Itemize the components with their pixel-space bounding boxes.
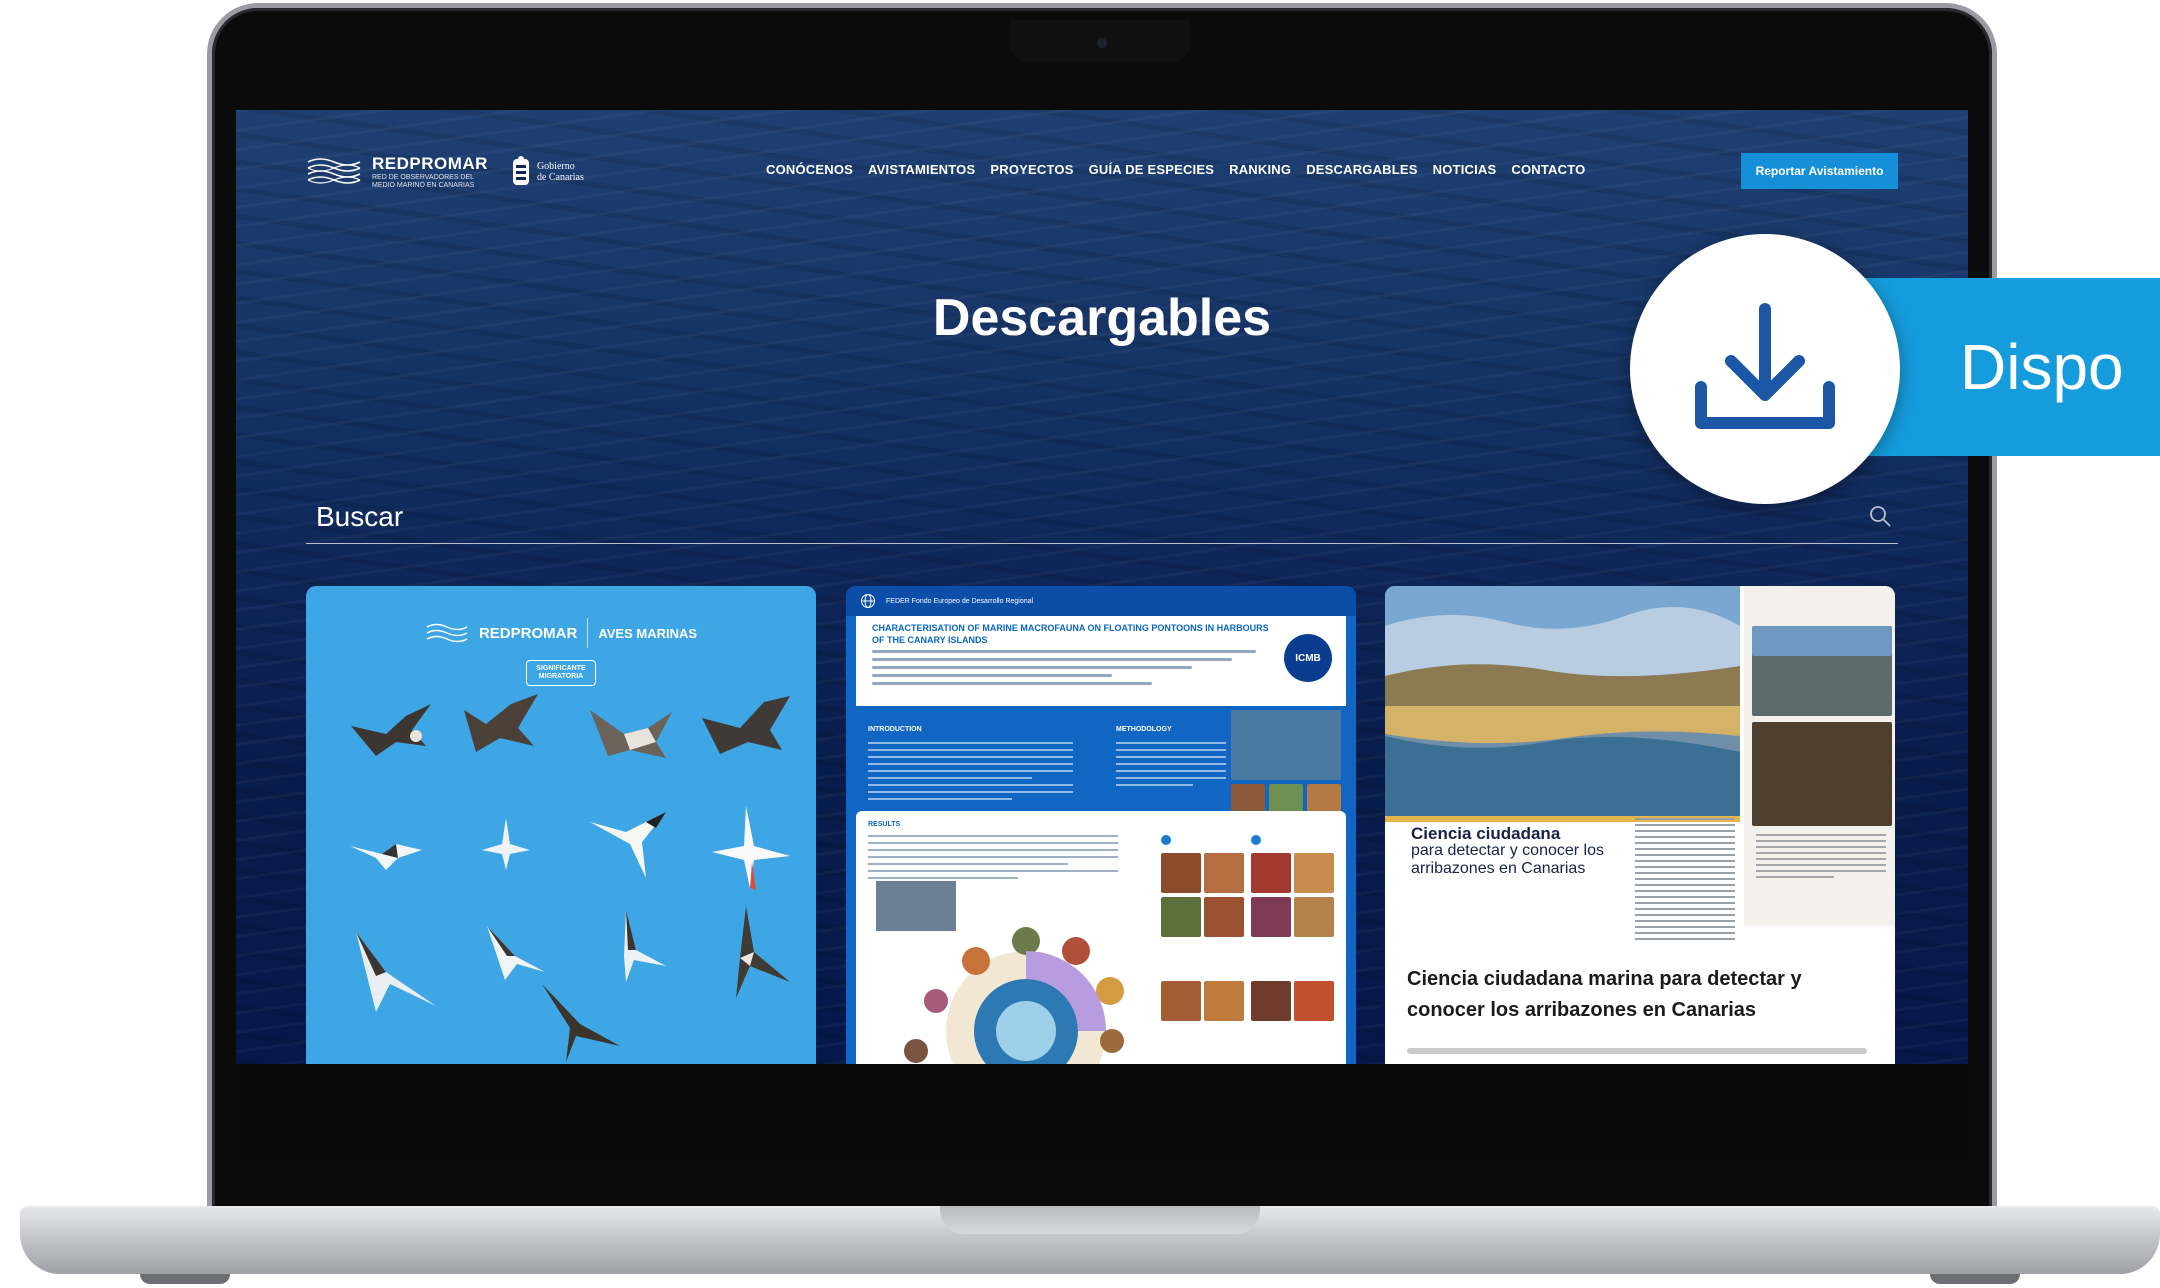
species-photo — [1204, 897, 1244, 937]
main-nav: CONÓCENOS AVISTAMIENTOS PROYECTOS GUÍA D… — [766, 162, 1585, 177]
species-circle-diagram — [876, 881, 1124, 1064]
laptop-foot — [1930, 1274, 2020, 1284]
bird-illustration — [736, 906, 790, 998]
right-page-text — [1756, 834, 1886, 878]
species-photo — [1161, 897, 1201, 937]
legend-dot — [1251, 835, 1261, 845]
species-photo — [1251, 981, 1291, 1021]
gov-line-1: Gobierno — [536, 161, 575, 172]
section-methodology: METHODOLOGY — [1116, 726, 1172, 733]
search-input[interactable] — [316, 492, 1816, 542]
magazine-heading: Ciencia ciudadana — [1411, 824, 1561, 843]
legend-dot — [1161, 835, 1171, 845]
search-bar — [306, 492, 1898, 544]
brand-subtitle: RED DE OBSERVADORES DEL MEDIO MARINO EN … — [372, 174, 475, 189]
species-photo — [1161, 853, 1201, 893]
bird-illustration — [712, 806, 790, 890]
brand-name: REDPROMAR — [372, 154, 488, 173]
poster-funding-bar: FEDER Fondo Europeo de Desarrollo Region… — [846, 586, 1356, 616]
magazine-body-text — [1635, 818, 1735, 944]
bird-illustration — [482, 818, 530, 870]
icmb-logo: ICMB — [1284, 634, 1332, 682]
redpromar-logo-icon — [426, 623, 468, 643]
poster-header: REDPROMAR AVES MARINAS — [306, 618, 816, 648]
sky-photo — [1752, 626, 1892, 656]
magazine-subheading: para detectar y conocer los arribazones … — [1411, 842, 1604, 877]
nav-guia-de-especies[interactable]: GUÍA DE ESPECIES — [1089, 162, 1215, 177]
download-card-macrofauna-poster[interactable]: FEDER Fondo Europeo de Desarrollo Region… — [846, 586, 1356, 1064]
species-photo — [1204, 853, 1244, 893]
sample-photo — [1269, 784, 1303, 814]
magazine-right-page — [1744, 586, 1895, 926]
bird-illustration — [464, 694, 538, 752]
species-photo — [1294, 981, 1334, 1021]
poster-title: CHARACTERISATION OF MARINE MACROFAUNA ON… — [872, 623, 1269, 645]
bird-illustration — [590, 812, 666, 878]
species-photo — [1294, 853, 1334, 893]
nav-ranking[interactable]: RANKING — [1229, 162, 1291, 177]
gov-line-2: de Canarias — [536, 172, 584, 183]
bird-illustration — [351, 704, 431, 756]
sample-photo — [1307, 784, 1341, 814]
species-photo — [1204, 981, 1244, 1021]
poster-brand: REDPROMAR — [478, 624, 578, 642]
poster-title-block: CHARACTERISATION OF MARINE MACROFAUNA ON… — [856, 616, 1346, 706]
laptop-foot — [140, 1274, 230, 1284]
section-results: RESULTS — [868, 821, 901, 828]
introduction-text — [868, 742, 1073, 805]
download-card-aves-marinas[interactable]: REDPROMAR AVES MARINAS SIGNIFICANTE MIGR… — [306, 586, 816, 1064]
sample-photo — [1231, 784, 1265, 814]
laptop-opening-notch — [940, 1206, 1260, 1234]
methodology-text — [1116, 742, 1226, 791]
search-icon[interactable] — [1868, 504, 1892, 528]
gobierno-logo: Gobierno de Canarias — [510, 155, 584, 189]
nav-proyectos[interactable]: PROYECTOS — [990, 162, 1073, 177]
card-description-placeholder — [1407, 1048, 1867, 1054]
section-introduction: INTRODUCTION — [868, 726, 922, 733]
poster-authors — [872, 650, 1272, 690]
download-icon — [1695, 303, 1835, 429]
availability-label: Dispo — [1960, 331, 2124, 403]
card-title[interactable]: Ciencia ciudadana marina para detectar y… — [1407, 964, 1877, 1026]
nav-conocenos[interactable]: CONÓCENOS — [766, 162, 853, 177]
bird-illustration — [624, 910, 666, 982]
download-badge[interactable] — [1630, 234, 1900, 504]
site-logo[interactable]: REDPROMAR RED DE OBSERVADORES DEL MEDIO … — [306, 154, 584, 190]
people-photo — [1752, 722, 1892, 826]
poster-category: AVES MARINAS — [598, 625, 698, 641]
nav-descargables[interactable]: DESCARGABLES — [1306, 162, 1417, 177]
crest-icon — [512, 156, 529, 185]
divider — [587, 618, 589, 648]
bird-illustration — [542, 984, 620, 1062]
species-photo — [1294, 897, 1334, 937]
species-photo — [1251, 897, 1291, 937]
pontoon-photo — [1231, 710, 1341, 780]
nav-contacto[interactable]: CONTACTO — [1511, 162, 1585, 177]
bird-illustration — [590, 710, 672, 758]
globe-icon — [861, 594, 875, 608]
screen-bottom-bezel — [236, 1064, 1968, 1164]
species-photo — [1251, 853, 1291, 893]
nav-avistamientos[interactable]: AVISTAMIENTOS — [868, 162, 975, 177]
bird-illustration — [702, 696, 790, 754]
results-text — [868, 835, 1118, 879]
nav-noticias[interactable]: NOTICIAS — [1433, 162, 1497, 177]
poster-badge: SIGNIFICANTE MIGRATORIA — [526, 660, 596, 686]
bird-illustration — [350, 844, 422, 870]
funding-label: FEDER Fondo Europeo de Desarrollo Region… — [886, 597, 1034, 605]
camera-icon — [1097, 38, 1107, 48]
species-photo — [1161, 981, 1201, 1021]
results-panel: RESULTS — [856, 811, 1346, 1064]
redpromar-logo-icon — [307, 158, 361, 184]
download-card-arribazones[interactable]: Ciencia ciudadana para detectar y conoce… — [1385, 586, 1895, 1064]
bird-illustration — [356, 932, 436, 1012]
report-sighting-button[interactable]: Reportar Avistamiento — [1741, 153, 1898, 189]
